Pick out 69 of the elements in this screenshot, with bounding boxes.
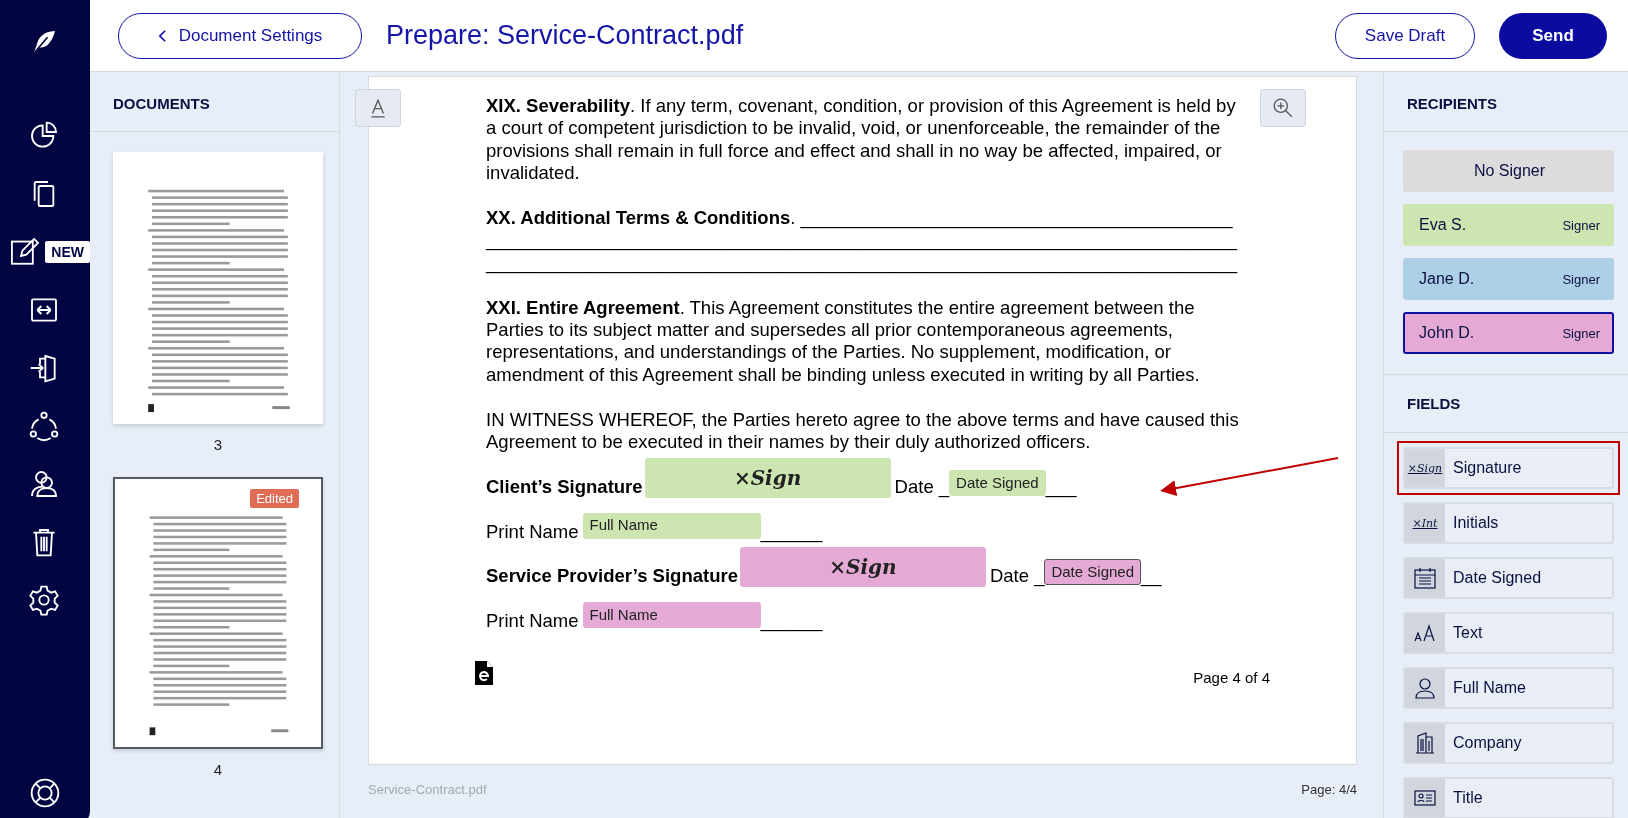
page-title: Prepare: Service-Contract.pdf	[386, 20, 744, 51]
chevron-left-icon	[157, 28, 167, 43]
file-name: Service-Contract.pdf	[368, 781, 487, 797]
field-item[interactable]: Company	[1403, 722, 1614, 764]
recipient-item[interactable]: Jane D. Signer	[1403, 258, 1614, 300]
recipient-name: No Signer	[1473, 162, 1546, 180]
zoom-in-button[interactable]	[1260, 89, 1306, 127]
document-settings-button[interactable]: Document Settings	[118, 12, 362, 59]
network-icon[interactable]	[28, 410, 60, 442]
field-item[interactable]: Title	[1403, 777, 1614, 818]
document-logo-icon	[474, 660, 494, 686]
recipient-name: Jane D.	[1419, 270, 1475, 288]
zoom-in-icon	[1272, 97, 1294, 119]
agreement-paragraph: XIX. Severability. If any term, covenant, condition, or provision of this Agreement is held by a court of competent jurisdiction to be invalid, void, or unenforceable, the remainder of the provisions shall remain in full force and effect and shall in no way be affected, impaired, or invalidated.	[486, 95, 1237, 185]
signature-line-text: Date _	[894, 475, 950, 499]
page-number-label: 4	[213, 761, 223, 778]
signature-line-text: ___	[1045, 475, 1077, 499]
field-item[interactable]: ×Sign Signature	[1403, 447, 1614, 489]
recipients-heading: RECIPIENTS	[1384, 76, 1628, 132]
full-name-field[interactable]: Full Name	[582, 512, 761, 539]
person-icon	[1413, 676, 1437, 700]
recipient-item[interactable]: Eva S. Signer	[1403, 204, 1614, 246]
signature-field[interactable]: ×Sign	[739, 547, 986, 588]
full-name-field[interactable]: Full Name	[582, 601, 761, 628]
page-counter: Page: 4/4	[1301, 781, 1357, 797]
signature-field[interactable]: ×Sign	[644, 458, 891, 499]
text-tool-button[interactable]	[355, 89, 401, 127]
signature-line-text: __	[1141, 564, 1162, 588]
edit-icon[interactable]	[8, 236, 40, 268]
recipient-name: John D.	[1419, 324, 1475, 342]
field-item[interactable]: Text	[1403, 612, 1614, 654]
signature-line-text: Client’s Signature	[486, 475, 643, 499]
field-item[interactable]: Full Name	[1403, 667, 1614, 709]
field-item[interactable]: ×Int Initials	[1403, 502, 1614, 544]
documents-heading: DOCUMENTS	[90, 76, 339, 132]
recipient-item[interactable]: John D. Signer	[1403, 312, 1614, 354]
lifebuoy-icon[interactable]	[29, 777, 61, 809]
recipient-role: Signer	[1562, 271, 1600, 287]
date-signed-field[interactable]: Date Signed	[949, 470, 1046, 497]
agreement-paragraph: XXI. Entire Agreement. This Agreement constitutes the entire agreement between the Parties to its subject matter and supersedes all prior contemporaneous agreements, representations, and understandings of the Parties. No supplement, modification, or amendment of this Agreement shall be binding unless executed in writing by all Parties.	[486, 296, 1201, 387]
recipient-item[interactable]: No Signer	[1403, 150, 1614, 192]
recipient-role: Signer	[1562, 217, 1600, 233]
date-signed-field[interactable]: Date Signed	[1044, 559, 1141, 586]
users-icon[interactable]	[28, 468, 60, 500]
field-item[interactable]: Date Signed	[1403, 557, 1614, 599]
building-icon	[1413, 731, 1437, 755]
signature-icon: ×Sign	[1407, 461, 1443, 475]
page-number-label: 3	[213, 436, 223, 453]
agreement-line: _________________________________________________________________________	[486, 229, 1239, 252]
settings-icon[interactable]	[28, 584, 60, 616]
signature-line-text: Print Name	[486, 519, 579, 543]
signature-line-text: ______	[760, 519, 823, 543]
signature-line-text: Date _	[989, 564, 1045, 588]
new-badge: NEW	[45, 241, 90, 263]
signature-line-text: ______	[760, 608, 823, 632]
send-button[interactable]: Send	[1499, 12, 1607, 59]
initials-icon: ×Int	[1412, 516, 1438, 530]
fields-heading: FIELDS	[1384, 375, 1628, 433]
agreement-line: XX. Additional Terms & Conditions. __________________________________________	[486, 207, 1234, 230]
signature-line-text: Service Provider’s Signature	[486, 564, 738, 588]
save-draft-button[interactable]: Save Draft	[1335, 12, 1475, 59]
recipient-role: Signer	[1562, 325, 1600, 341]
page-number: Page 4 of 4	[1193, 669, 1270, 686]
recipient-name: Eva S.	[1419, 216, 1467, 234]
edited-badge: Edited	[250, 489, 299, 508]
signature-line-text: Print Name	[486, 608, 579, 632]
calendar-icon	[1413, 566, 1437, 590]
agreement-line: _________________________________________________________________________	[486, 251, 1239, 275]
agreement-paragraph: IN WITNESS WHEREOF, the Parties hereto agree to the above terms and have caused this Agreement to be executed in their names by their duly authorized officers.	[486, 408, 1240, 454]
